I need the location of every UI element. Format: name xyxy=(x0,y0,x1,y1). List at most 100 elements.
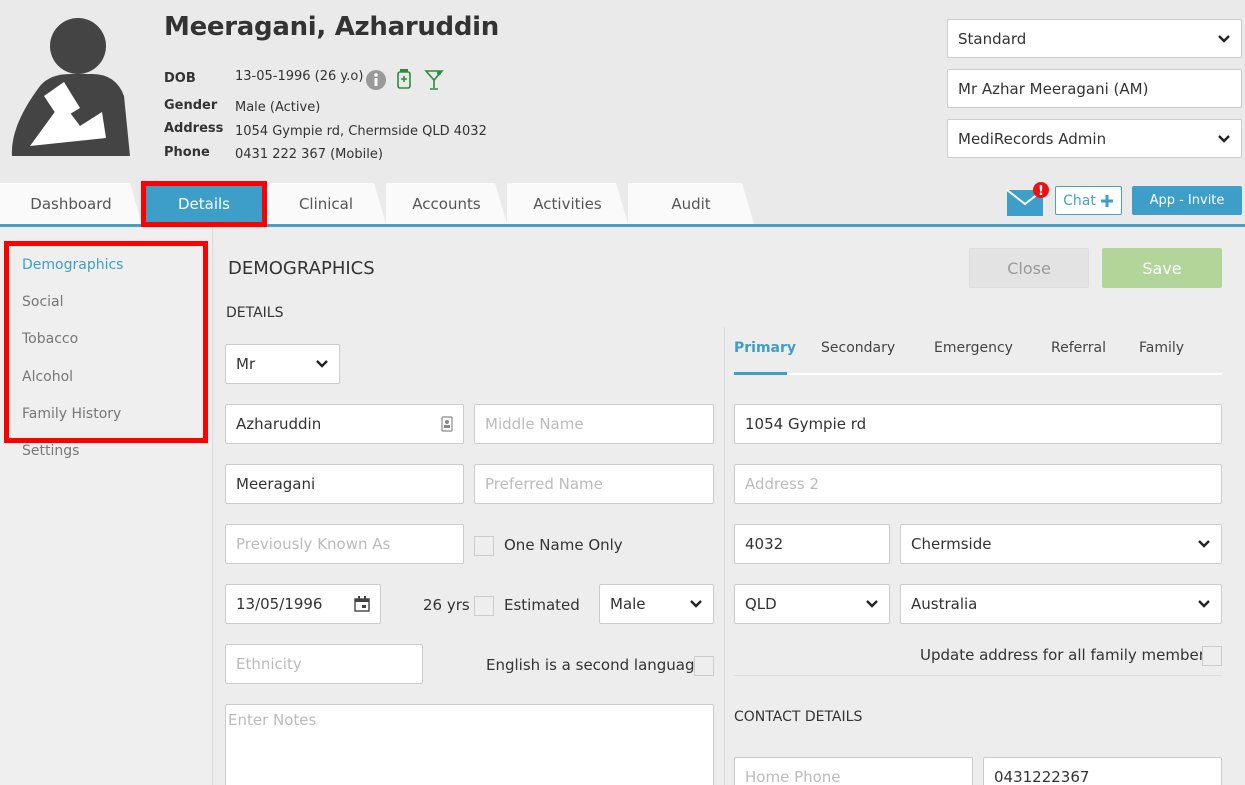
main-panel xyxy=(214,227,1245,785)
medication-icon[interactable] xyxy=(396,68,412,90)
phone-label: Phone xyxy=(164,145,210,160)
estimated-label: Estimated xyxy=(504,596,580,614)
state-select[interactable]: QLD xyxy=(734,584,890,624)
tab-accounts[interactable]: Accounts xyxy=(386,183,507,224)
tab-secondary[interactable]: Secondary xyxy=(821,340,895,356)
tab-activities[interactable]: Activities xyxy=(507,183,628,224)
title-value: Mr xyxy=(236,355,256,373)
chevron-down-icon xyxy=(1198,540,1210,548)
practice-select[interactable]: MediRecords Admin xyxy=(947,119,1242,158)
suburb-select[interactable]: Chermside xyxy=(900,524,1222,564)
sidebar-item-alcohol[interactable]: Alcohol xyxy=(22,369,73,385)
gender-select[interactable]: Male xyxy=(599,584,714,624)
tab-audit-label: Audit xyxy=(671,194,711,213)
phone-value: 0431 222 367 (Mobile) xyxy=(235,147,383,162)
sidebar-item-demographics[interactable]: Demographics xyxy=(22,257,123,273)
alcohol-icon[interactable] xyxy=(424,69,444,91)
previously-known-as-field[interactable]: Previously Known As xyxy=(225,524,464,564)
first-name-value: Azharuddin xyxy=(236,415,322,433)
one-name-only-label: One Name Only xyxy=(504,536,623,554)
contact-details-heading: CONTACT DETAILS xyxy=(734,709,863,725)
mobile-phone-value: 0431222367 xyxy=(994,768,1090,785)
tab-accounts-label: Accounts xyxy=(412,194,481,213)
address-line1-field[interactable]: 1054 Gympie rd xyxy=(734,404,1222,444)
column-divider xyxy=(724,327,725,785)
billing-type-select[interactable]: Standard xyxy=(947,19,1242,58)
address-value: 1054 Gympie rd, Chermside QLD 4032 xyxy=(235,124,487,139)
second-language-checkbox[interactable] xyxy=(694,656,714,676)
gender-select-value: Male xyxy=(610,595,646,613)
info-icon[interactable] xyxy=(365,69,387,91)
gender-value: Male (Active) xyxy=(235,100,321,115)
plus-icon xyxy=(1100,194,1113,207)
sidebar xyxy=(0,227,213,785)
tab-referral[interactable]: Referral xyxy=(1051,340,1106,356)
chevron-down-icon xyxy=(1198,600,1210,608)
tab-emergency[interactable]: Emergency xyxy=(934,340,1013,356)
chat-label: Chat xyxy=(1063,192,1096,209)
estimated-checkbox[interactable] xyxy=(474,596,494,616)
practice-value: MediRecords Admin xyxy=(958,129,1107,148)
page-title: DEMOGRAPHICS xyxy=(228,258,375,279)
update-family-checkbox[interactable] xyxy=(1202,646,1222,666)
sidebar-item-settings[interactable]: Settings xyxy=(22,443,79,459)
mobile-phone-field[interactable]: 0431222367 xyxy=(983,757,1222,785)
tab-details-label: Details xyxy=(177,194,230,213)
suburb-value: Chermside xyxy=(911,535,992,553)
doctor-field[interactable]: Mr Azhar Meeragani (AM) xyxy=(947,69,1242,108)
dob-value: 13-05-1996 (26 y.o) xyxy=(235,69,364,84)
address-tabs-line xyxy=(734,373,1222,375)
dob-label: DOB xyxy=(164,71,196,86)
last-name-value: Meeragani xyxy=(236,475,316,493)
doctor-value: Mr Azhar Meeragani (AM) xyxy=(958,79,1149,98)
second-language-label: English is a second language xyxy=(486,656,704,674)
home-phone-field[interactable]: Home Phone xyxy=(734,757,973,785)
address-line2-field[interactable]: Address 2 xyxy=(734,464,1222,504)
postcode-field[interactable]: 4032 xyxy=(734,524,890,564)
section-divider xyxy=(734,675,1222,676)
first-name-field[interactable]: Azharuddin xyxy=(225,404,464,444)
notes-textarea[interactable]: Enter Notes xyxy=(225,704,714,785)
dob-field[interactable]: 13/05/1996 xyxy=(225,584,381,624)
middle-name-field[interactable]: Middle Name xyxy=(474,404,714,444)
sidebar-item-social[interactable]: Social xyxy=(22,294,64,310)
tab-dashboard[interactable]: Dashboard xyxy=(0,183,142,224)
sidebar-item-family-history[interactable]: Family History xyxy=(22,406,121,422)
close-button[interactable]: Close xyxy=(969,248,1089,288)
last-name-field[interactable]: Meeragani xyxy=(225,464,464,504)
one-name-only-checkbox[interactable] xyxy=(474,536,494,556)
preferred-name-field[interactable]: Preferred Name xyxy=(474,464,714,504)
chevron-down-icon xyxy=(1218,34,1230,43)
mail-icon[interactable]: ! xyxy=(1006,182,1054,218)
postcode-value: 4032 xyxy=(745,535,784,553)
mail-badge: ! xyxy=(1038,184,1044,199)
gender-label: Gender xyxy=(164,98,218,113)
country-select[interactable]: Australia xyxy=(900,584,1222,624)
calendar-icon[interactable] xyxy=(354,596,370,612)
chat-button[interactable]: Chat xyxy=(1055,186,1122,215)
details-heading: DETAILS xyxy=(226,305,284,321)
contact-card-icon xyxy=(441,416,453,432)
save-button[interactable]: Save xyxy=(1102,248,1222,288)
tab-primary[interactable]: Primary xyxy=(734,340,796,356)
address-line1-value: 1054 Gympie rd xyxy=(745,415,867,433)
tab-clinical-label: Clinical xyxy=(298,194,354,213)
sidebar-item-tobacco[interactable]: Tobacco xyxy=(22,331,78,347)
dob-field-value: 13/05/1996 xyxy=(236,595,323,613)
tab-clinical[interactable]: Clinical xyxy=(266,183,386,224)
ethnicity-field[interactable]: Ethnicity xyxy=(225,644,423,684)
tab-dashboard-label: Dashboard xyxy=(30,194,112,213)
tab-family[interactable]: Family xyxy=(1139,340,1184,356)
address-label: Address xyxy=(164,121,224,136)
chevron-down-icon xyxy=(866,600,878,608)
title-select[interactable]: Mr xyxy=(225,344,340,384)
address-tab-active-underline xyxy=(734,372,787,375)
patient-avatar-icon xyxy=(11,18,130,156)
patient-name: Meeragani, Azharuddin xyxy=(164,12,500,42)
age-text: 26 yrs xyxy=(423,596,470,614)
tab-details[interactable]: Details xyxy=(142,183,266,224)
tab-audit[interactable]: Audit xyxy=(628,183,754,224)
app-invite-button[interactable]: App - Invite xyxy=(1132,186,1242,215)
update-family-label: Update address for all family members xyxy=(920,646,1213,664)
billing-type-value: Standard xyxy=(958,29,1027,48)
